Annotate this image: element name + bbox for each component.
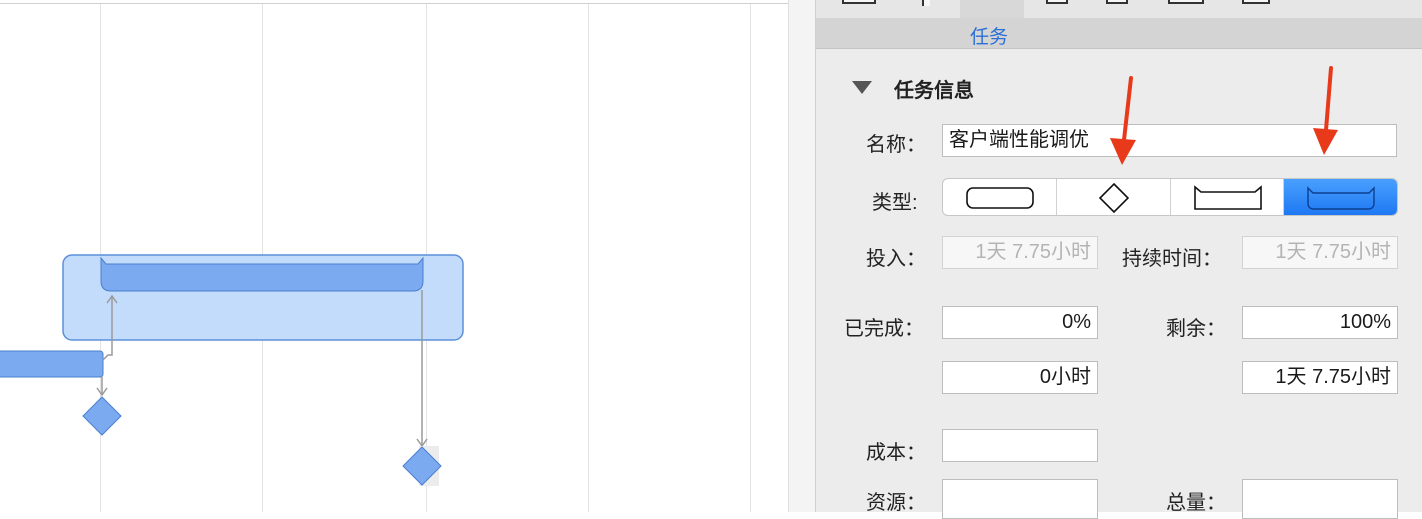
inspector-tab-icon[interactable] <box>1168 0 1204 4</box>
inspector-tab-icon[interactable] <box>922 0 930 6</box>
cost-label: 成本： <box>866 442 926 464</box>
total-field[interactable] <box>1242 479 1398 519</box>
type-segmented-control[interactable] <box>942 178 1398 216</box>
name-label: 名称： <box>866 134 926 156</box>
remaining-percent-field[interactable]: 100% <box>1242 306 1398 339</box>
effort-label: 投入： <box>866 248 926 270</box>
type-milestone-button[interactable] <box>1057 179 1171 215</box>
resource-label: 资源： <box>866 492 926 514</box>
type-hammock-button[interactable] <box>1171 179 1285 215</box>
gantt-chart[interactable] <box>0 0 788 512</box>
disclosure-triangle-icon[interactable] <box>852 81 872 94</box>
remaining-hours-field[interactable]: 1天 7.75小时 <box>1242 361 1398 394</box>
total-label: 总量： <box>1166 492 1226 514</box>
inspector-tab-active[interactable] <box>960 0 1024 18</box>
duration-label: 持续时间： <box>1122 248 1222 270</box>
name-field[interactable]: 客户端性能调优 <box>942 124 1397 157</box>
inspector-tab-icon[interactable] <box>1046 0 1068 4</box>
splitter-gutter[interactable] <box>788 0 816 512</box>
hammock-icon <box>1193 185 1262 210</box>
tab-task[interactable]: 任务 <box>970 22 1008 49</box>
completed-hours-field[interactable]: 0小时 <box>942 361 1098 394</box>
section-title: 任务信息 <box>894 80 974 102</box>
duration-field: 1天 7.75小时 <box>1242 236 1398 269</box>
completed-percent-field[interactable]: 0% <box>942 306 1098 339</box>
inspector-tabbar: 任务 <box>816 18 1422 49</box>
inspector-toolbar <box>816 0 1422 18</box>
type-task-button[interactable] <box>943 179 1057 215</box>
task-icon <box>966 187 1034 209</box>
type-label: 类型: <box>872 192 918 214</box>
cost-field[interactable] <box>942 429 1098 462</box>
remaining-label: 剩余： <box>1166 318 1226 340</box>
inspector-tab-icon[interactable] <box>1106 0 1128 4</box>
gantt-canvas <box>0 254 464 486</box>
inspector-tab-icon[interactable] <box>1242 0 1270 4</box>
type-group-button[interactable] <box>1284 179 1397 215</box>
inspector-tab-icon[interactable] <box>842 0 876 4</box>
task-bar[interactable] <box>0 350 104 378</box>
inspector-panel: 任务 任务信息 名称： 客户端性能调优 类型: 投入： 1天 7.75小时 持续… <box>816 0 1422 519</box>
milestone-icon <box>1098 182 1129 214</box>
completed-label: 已完成： <box>844 318 924 340</box>
milestone-diamond[interactable] <box>82 396 122 436</box>
resource-field[interactable] <box>942 479 1098 519</box>
effort-field: 1天 7.75小时 <box>942 236 1098 269</box>
group-icon <box>1307 186 1375 210</box>
